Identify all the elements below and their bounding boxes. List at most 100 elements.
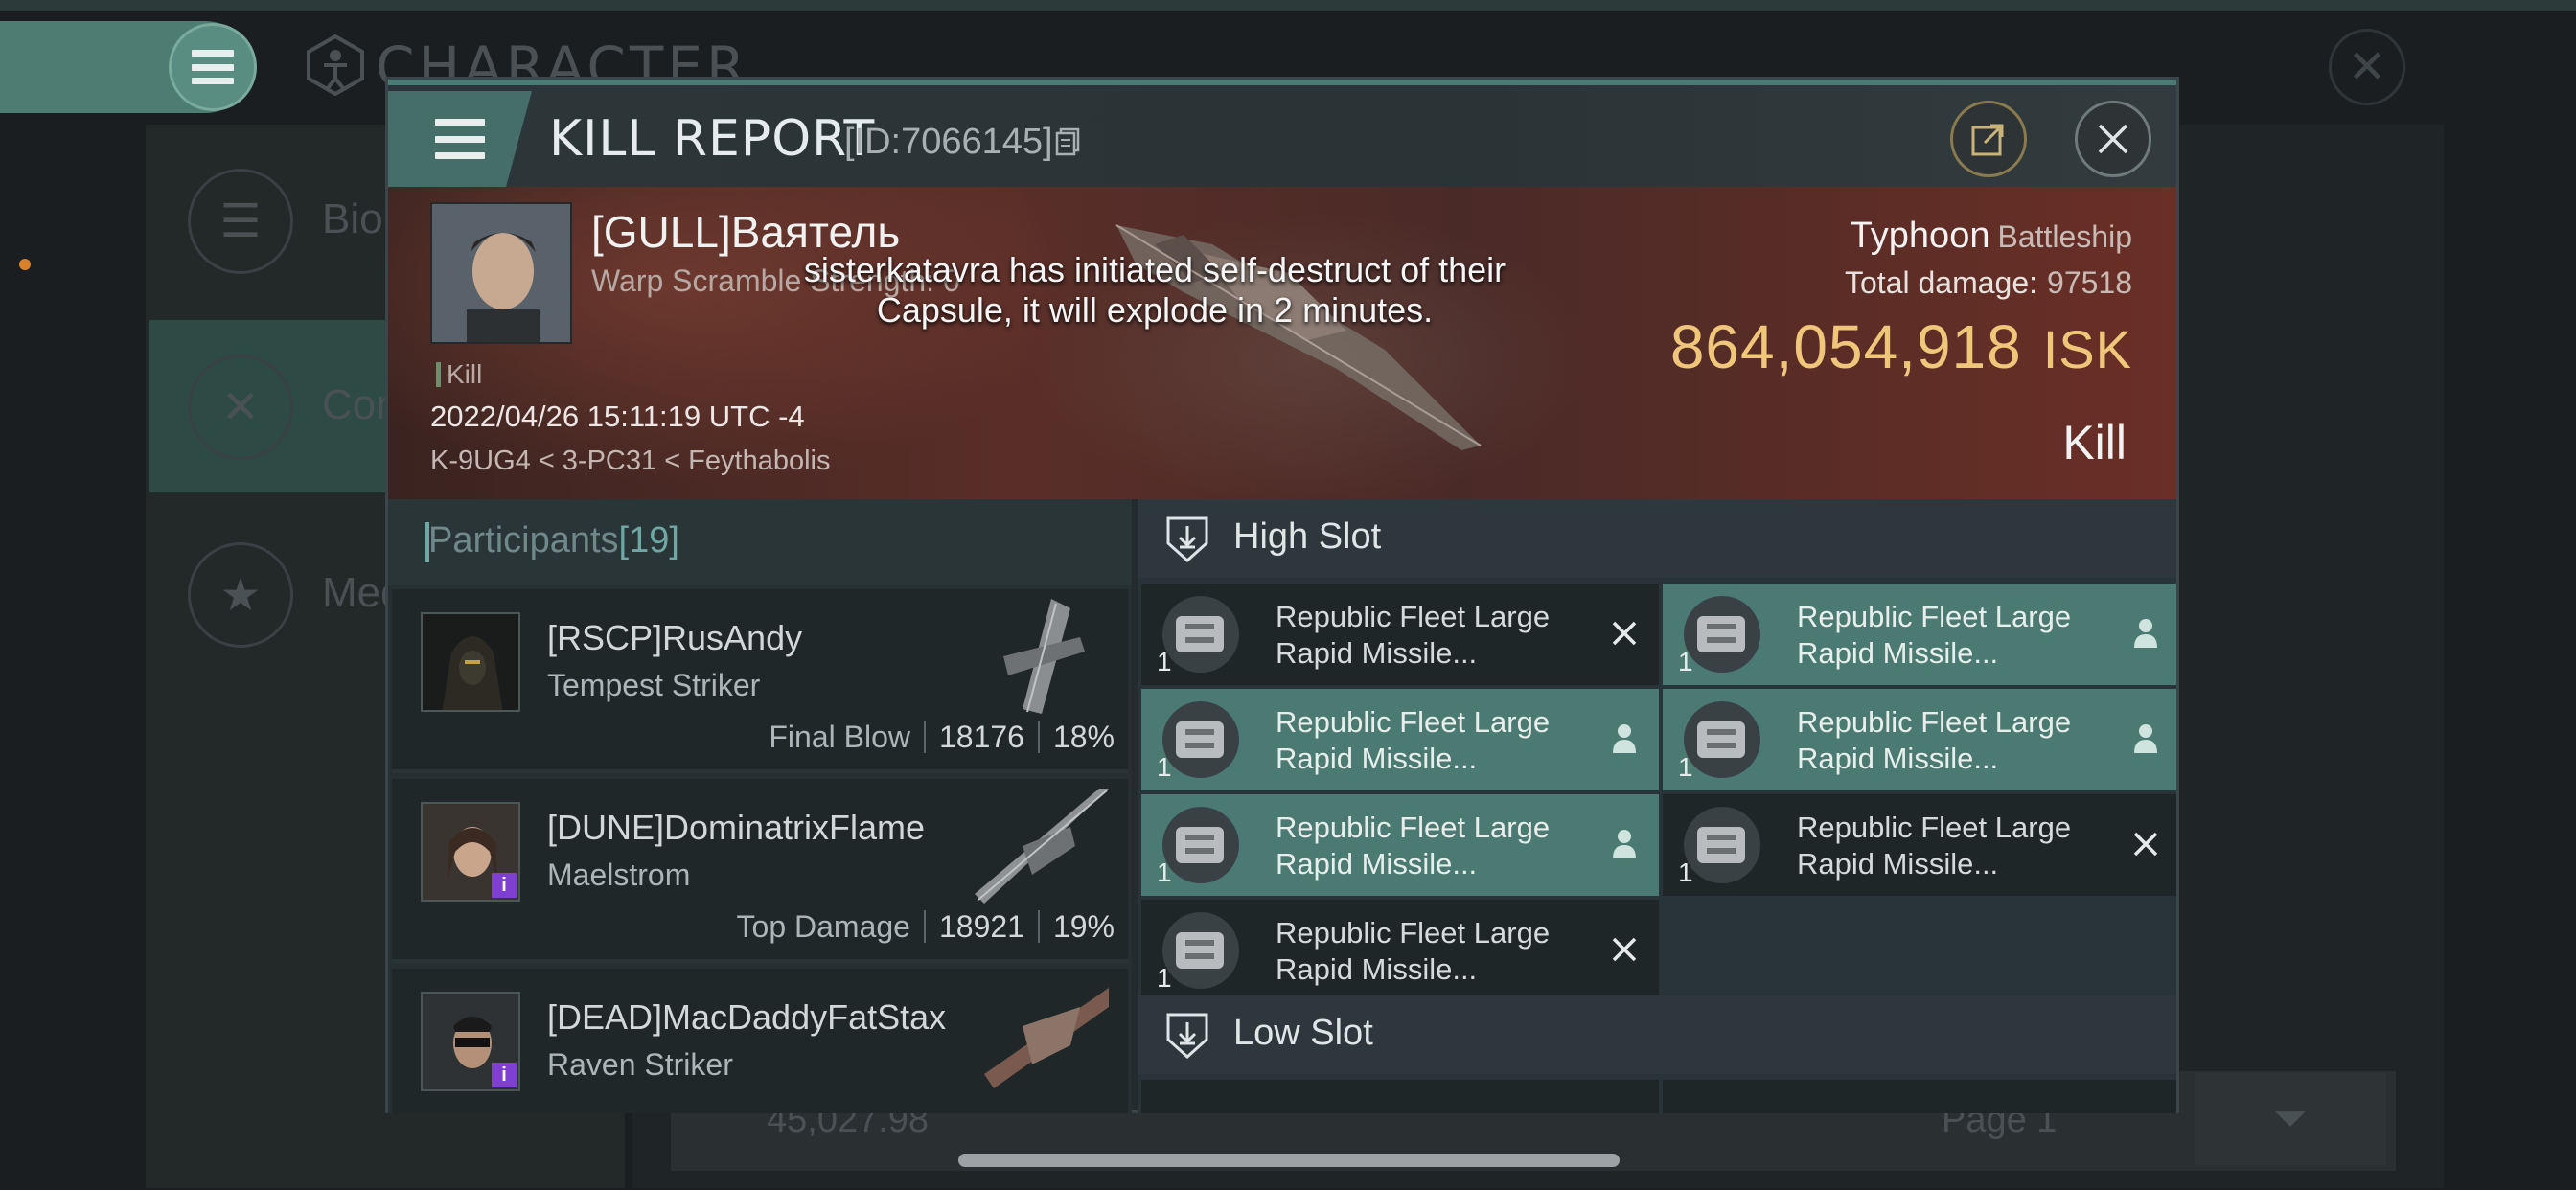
victim-portrait[interactable] [430, 202, 572, 344]
low-slot-label: Low Slot [1233, 1013, 1373, 1053]
destroyed-icon [1603, 928, 1645, 971]
module-qty: 1 [1157, 963, 1172, 993]
module-name: Republic Fleet Large Rapid Missile... [1797, 705, 2072, 775]
stat-label: Top Damage [736, 909, 910, 944]
participants-header: Participants[19] [388, 499, 1132, 585]
modal-header: KILL REPORT [ID:7066145] [388, 80, 2176, 187]
dropped-person-icon [1603, 823, 1645, 865]
module-name: Republic Fleet Large Rapid Missile... [1797, 600, 2072, 670]
kill-datetime: 2022/04/26 15:11:19 UTC -4 [430, 400, 805, 433]
side-item-bio[interactable]: ☰ Bio [150, 134, 389, 307]
avatar: i [421, 992, 520, 1091]
hamburger-icon [192, 50, 234, 84]
filter-button[interactable]: ⏷ [2195, 1073, 2386, 1165]
high-slot-header: High Slot [1138, 499, 2176, 578]
module-qty: 1 [1678, 647, 1693, 676]
background-menu-button[interactable] [169, 23, 257, 111]
module-item[interactable]: 1 Republic Fleet Large Rapid Missile... [1141, 900, 1659, 1001]
module-item[interactable]: 1 Republic Fleet Large Rapid Missile... [1141, 584, 1659, 685]
isk-unit: ISK [2042, 319, 2132, 379]
ship-render [984, 988, 1109, 1088]
module-qty: 1 [1157, 858, 1172, 887]
participant-stats: Final Blow 18176 18% [769, 720, 1115, 755]
isk-amount: 864,054,918 [1669, 312, 2022, 381]
module-item[interactable]: 1 Republic Fleet Large Rapid Missile... [1141, 689, 1659, 790]
background-close-button[interactable]: ✕ [2329, 29, 2405, 105]
ship-render [1003, 599, 1085, 714]
isk-loss: 864,054,918 ISK [1670, 311, 2132, 382]
victim-banner: [GULL]Ваятель Warp Scramble Strength: 0 … [388, 187, 2176, 499]
module-qty: 1 [1678, 858, 1693, 887]
ship-class: Battleship [1997, 219, 2132, 254]
portrait-image [432, 204, 570, 342]
side-item-label: Bio [322, 195, 383, 242]
stat-percent: 19% [1052, 909, 1115, 944]
star-icon: ★ [188, 542, 293, 648]
module-item-partial[interactable] [1141, 1080, 1659, 1113]
destroyed-icon [2125, 823, 2167, 865]
participant-name: [RSCP]RusAndy [547, 618, 803, 657]
result-label: Kill [2062, 416, 2127, 469]
module-name: Republic Fleet Large Rapid Missile... [1276, 705, 1551, 775]
close-button[interactable] [2075, 101, 2151, 177]
ship-name: Typhoon [1850, 216, 1990, 256]
side-item-medals[interactable]: ★ Med [150, 508, 404, 680]
module-name: Republic Fleet Large Rapid Missile... [1797, 811, 2072, 881]
home-indicator[interactable] [958, 1154, 1620, 1167]
hamburger-icon [435, 119, 485, 159]
participant-ship: Tempest Striker [547, 668, 761, 702]
low-slot-header: Low Slot [1138, 995, 2176, 1074]
module-item[interactable]: 1 Republic Fleet Large Rapid Missile... [1663, 794, 2176, 896]
ship-render [975, 789, 1109, 904]
stat-damage: 18176 [938, 720, 1024, 754]
share-button[interactable] [1950, 101, 2027, 177]
avatar [421, 612, 520, 712]
ship-render [1116, 224, 1482, 450]
module-qty: 1 [1678, 752, 1693, 782]
kill-id: [ID:7066145] [844, 122, 1053, 162]
high-slot-icon [1166, 516, 1208, 562]
kill-report-modal: KILL REPORT [ID:7066145] [GULL]Ваятель W… [385, 77, 2179, 1113]
participants-count: [19] [618, 520, 679, 561]
kill-tag: Kill [436, 359, 482, 390]
module-name: Republic Fleet Large Rapid Missile... [1276, 600, 1551, 670]
copy-icon[interactable] [1055, 127, 1080, 156]
module-item[interactable]: 1 Republic Fleet Large Rapid Missile... [1663, 584, 2176, 685]
stat-label: Final Blow [769, 720, 910, 754]
low-slot-icon [1166, 1013, 1208, 1059]
participant-name: [DUNE]DominatrixFlame [547, 808, 926, 847]
module-name: Republic Fleet Large Rapid Missile... [1276, 916, 1551, 986]
stat-damage: 18921 [938, 909, 1024, 944]
participant-row[interactable]: i [DUNE]DominatrixFlame Maelstrom Top Da… [392, 779, 1128, 963]
module-item-partial[interactable] [1663, 1080, 2176, 1113]
module-name: Republic Fleet Large Rapid Missile... [1276, 811, 1551, 881]
self-destruct-notification: sisterkatavra has initiated self-destruc… [803, 250, 1506, 330]
damage-value: 97518 [2047, 265, 2132, 300]
info-badge: i [492, 873, 517, 898]
participant-ship: Raven Striker [547, 1047, 733, 1082]
dropped-person-icon [2125, 718, 2167, 760]
info-badge: i [492, 1063, 517, 1087]
module-item[interactable]: 1 Republic Fleet Large Rapid Missile... [1141, 794, 1659, 896]
modal-menu-button[interactable] [388, 91, 532, 187]
close-icon [2098, 124, 2128, 154]
total-damage: Total damage: 97518 [1845, 265, 2132, 301]
participant-row[interactable]: i [DEAD]MacDaddyFatStax Raven Striker [392, 969, 1128, 1113]
participant-name: [DEAD]MacDaddyFatStax [547, 997, 947, 1037]
notification-dot [19, 259, 31, 270]
filter-icon: ⏷ [2273, 1095, 2308, 1142]
character-icon [307, 34, 364, 96]
avatar: i [421, 802, 520, 902]
participant-ship: Maelstrom [547, 858, 691, 892]
crossed-swords-icon: ✕ [188, 355, 293, 460]
participant-row[interactable]: [RSCP]RusAndy Tempest Striker Final Blow… [392, 589, 1128, 773]
stat-percent: 18% [1052, 720, 1115, 754]
victim-ship: Typhoon Battleship [1851, 216, 2132, 257]
dropped-person-icon [2125, 612, 2167, 654]
side-item-combat[interactable]: ✕ Com [150, 320, 411, 492]
module-item[interactable]: 1 Republic Fleet Large Rapid Missile... [1663, 689, 2176, 790]
modal-title: KILL REPORT [549, 110, 876, 168]
fitting-slots-panel[interactable]: High Slot 1 Republic Fleet Large Rapid M… [1138, 499, 2176, 1113]
participants-panel[interactable]: Participants[19] [RSCP]RusAndy Tempest S… [388, 499, 1132, 1113]
kill-location[interactable]: K-9UG4 < 3-PC31 < Feythabolis [430, 446, 830, 477]
